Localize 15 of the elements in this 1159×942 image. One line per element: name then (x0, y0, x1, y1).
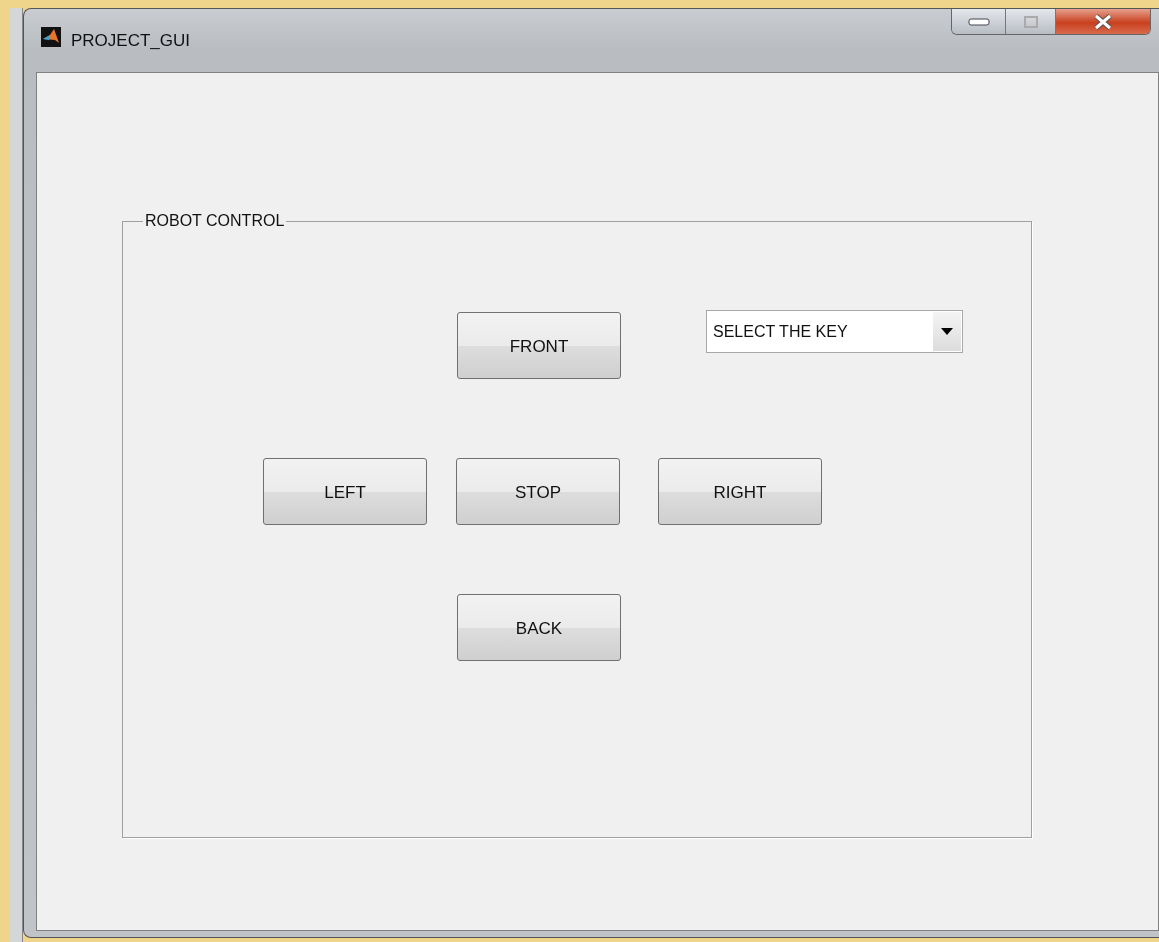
push-button[interactable]: FRONT (457, 312, 621, 379)
close-button[interactable] (1056, 9, 1150, 34)
minimize-button[interactable] (952, 9, 1006, 34)
push-button[interactable]: BACK (457, 594, 621, 661)
close-icon (1093, 13, 1113, 30)
panel-title: ROBOT CONTROL (144, 212, 286, 230)
dropdown-arrow-icon (941, 328, 953, 335)
push-button[interactable]: RIGHT (658, 458, 822, 525)
window-title: PROJECT_GUI (71, 31, 191, 51)
push-button[interactable]: STOP (456, 458, 620, 525)
key-select-dropdown[interactable]: SELECT THE KEY (706, 310, 963, 353)
maximize-icon (1023, 15, 1038, 28)
app-logo-icon (41, 27, 61, 47)
push-button[interactable]: LEFT (263, 458, 427, 525)
minimize-icon (967, 17, 990, 26)
